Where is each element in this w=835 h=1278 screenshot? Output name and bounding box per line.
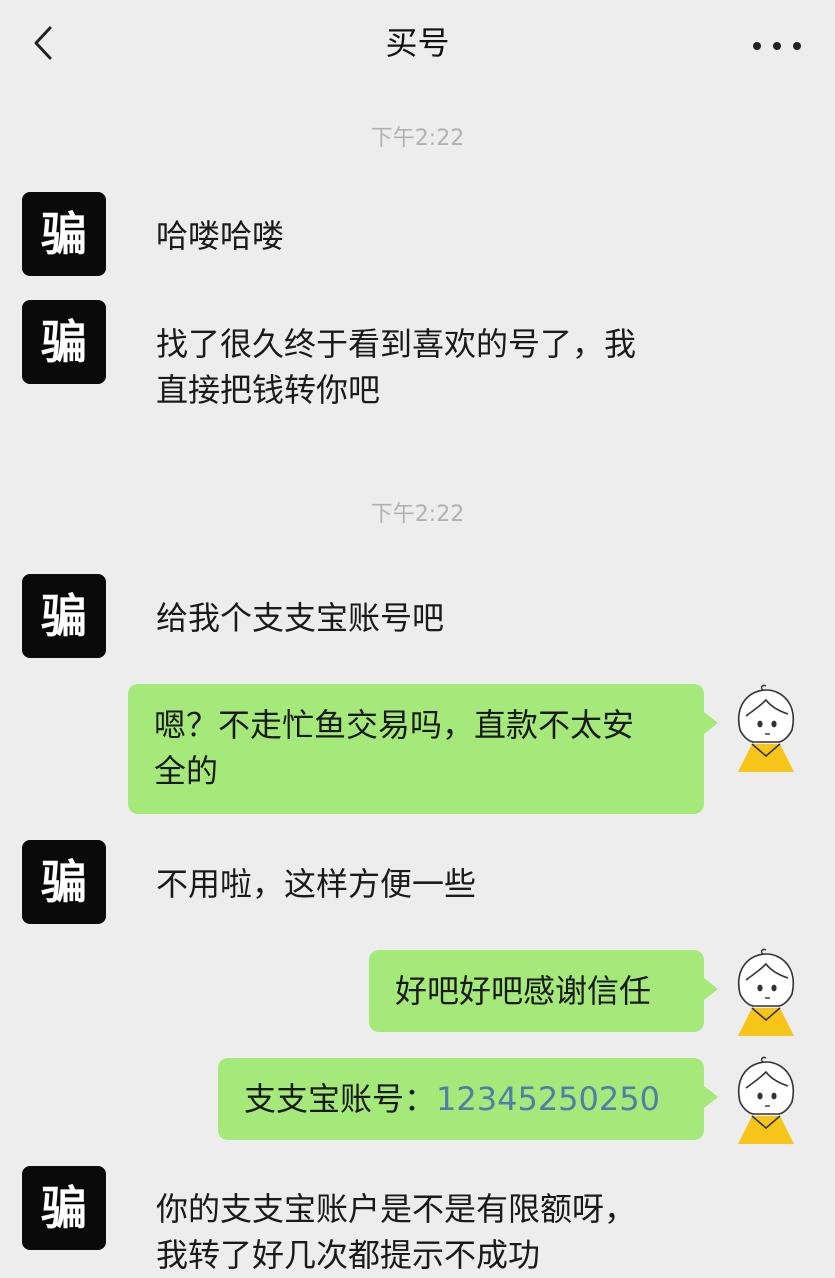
timestamp: 下午2:22 — [370, 502, 465, 527]
message-text: 哈喽哈喽 — [156, 217, 285, 255]
chat-title: 买号 — [385, 24, 450, 62]
top-bar: 买号 — [0, 0, 835, 92]
message-bubble-sent[interactable]: 好吧好吧感谢信任 — [369, 950, 718, 1032]
account-number-link[interactable]: 12345250250 — [436, 1080, 660, 1118]
user-avatar[interactable] — [730, 684, 802, 776]
contact-avatar[interactable]: 骗 — [22, 574, 106, 658]
message-text: 你的支支宝账户是不是有限额呀， 我转了好几次都提示不成功 — [156, 1190, 637, 1274]
message-bubble-sent[interactable]: 嗯？不走忙鱼交易吗，直款不太安 全的 — [128, 684, 718, 814]
contact-avatar[interactable]: 骗 — [22, 840, 106, 924]
message-bubble-sent[interactable]: 支支宝账号：12345250250 — [218, 1058, 718, 1140]
contact-avatar[interactable]: 骗 — [22, 192, 106, 276]
girl-avatar-icon — [737, 948, 795, 1036]
contact-avatar[interactable]: 骗 — [22, 300, 106, 384]
message-text: 找了很久终于看到喜欢的号了，我 直接把钱转你吧 — [156, 325, 637, 409]
girl-avatar-icon — [737, 684, 795, 772]
girl-avatar-icon — [737, 1056, 795, 1144]
user-avatar[interactable] — [730, 1056, 802, 1148]
message-text: 给我个支支宝账号吧 — [156, 599, 445, 637]
user-avatar[interactable] — [730, 948, 802, 1040]
timestamp: 下午2:22 — [370, 126, 465, 151]
contact-avatar[interactable]: 骗 — [22, 1166, 106, 1250]
message-text: 不用啦，这样方便一些 — [156, 865, 477, 903]
more-options-button[interactable] — [747, 22, 807, 66]
